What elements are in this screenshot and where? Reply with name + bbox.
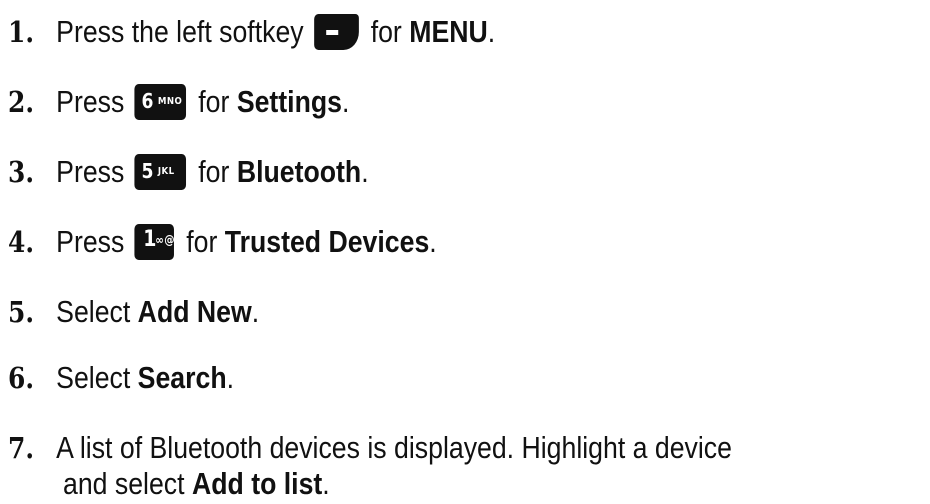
step-text: Press <box>56 84 125 119</box>
step-text: for <box>186 224 218 259</box>
step-text: for <box>198 154 230 189</box>
step-7: 7. A list of Bluetooth devices is displa… <box>8 430 732 466</box>
step-number: 7. <box>8 431 35 465</box>
step-2: 2. Press 6 MNO for Settings. <box>8 84 350 120</box>
step-number: 1. <box>8 15 35 49</box>
step-text: Press <box>56 224 125 259</box>
step-6: 6. Select Search. <box>8 360 235 395</box>
left-softkey-icon <box>313 14 359 50</box>
step-bold-term: Search <box>137 360 227 395</box>
key-5-jkl-icon: 5 JKL <box>134 154 187 190</box>
step-text: Select <box>56 360 131 395</box>
step-text: and select <box>63 466 185 501</box>
step-number: 5. <box>8 295 35 329</box>
step-bold-term: Trusted Devices <box>224 224 430 259</box>
step-bold-term: Add New <box>137 294 252 329</box>
step-text: A list of Bluetooth devices is displayed… <box>56 430 732 465</box>
step-text: for <box>370 14 402 49</box>
step-5: 5. Select Add New. <box>8 294 260 329</box>
step-bold-term: Add to list <box>191 466 323 501</box>
step-bold-term: Bluetooth <box>236 154 362 189</box>
step-number: 4. <box>8 225 35 259</box>
step-number: 2. <box>8 85 35 119</box>
step-7-continuation: and select Add to list. <box>63 466 330 501</box>
step-4: 4. Press 1 ∞@ for Trusted Devices. <box>8 224 437 260</box>
step-3: 3. Press 5 JKL for Bluetooth. <box>8 154 369 190</box>
step-number: 3. <box>8 155 35 189</box>
step-text: Press <box>56 154 125 189</box>
key-1-voicemail-icon: 1 ∞@ <box>134 224 175 260</box>
step-text: Press the left softkey <box>56 14 304 49</box>
step-text: for <box>198 84 230 119</box>
step-text: Select <box>56 294 131 329</box>
key-6-mno-icon: 6 MNO <box>134 84 187 120</box>
step-1: 1. Press the left softkey for MENU. <box>8 14 496 50</box>
step-bold-term: MENU <box>409 14 488 49</box>
step-bold-term: Settings <box>236 84 342 119</box>
step-number: 6. <box>8 361 35 395</box>
